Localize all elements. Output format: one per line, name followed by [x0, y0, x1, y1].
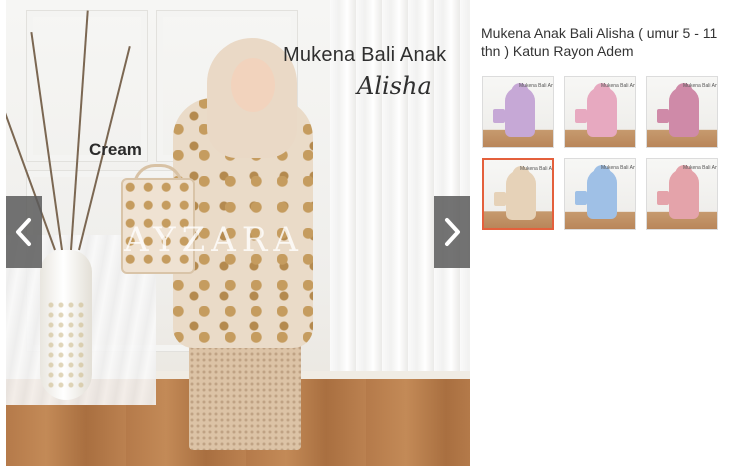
- thumbnail-label: Mukena Bali Anak: [519, 83, 554, 89]
- thumbnail-label: Mukena Bali Anak: [601, 83, 636, 89]
- thumbnail-label: Mukena Bali Anak: [601, 165, 636, 171]
- product-name: Mukena Anak Bali Alisha ( umur 5 - 11 th…: [481, 25, 718, 59]
- thumbnail-2[interactable]: Mukena Bali Anak: [564, 76, 636, 148]
- previous-image-button[interactable]: [6, 196, 42, 268]
- watermark: AYZARA: [124, 220, 304, 260]
- thumbnail-bag: [494, 192, 506, 206]
- image-title: Mukena Bali Anak: [283, 44, 447, 66]
- thumbnail-label: Mukena Bali Anak: [683, 165, 718, 171]
- chevron-right-icon: [445, 218, 460, 246]
- vase-pattern: [46, 300, 86, 390]
- thumbnail-1[interactable]: Mukena Bali Anak: [482, 76, 554, 148]
- thumbnail-4[interactable]: Mukena Bali Anak: [482, 158, 554, 230]
- thumbnail-label: Mukena Bali Anak: [683, 83, 718, 89]
- thumbnail-label: Mukena Bali Anak: [520, 166, 552, 172]
- thumbnail-3[interactable]: Mukena Bali Anak: [646, 76, 718, 148]
- image-subtitle: Alisha: [357, 72, 432, 100]
- color-label: Cream: [89, 140, 142, 159]
- thumbnail-5[interactable]: Mukena Bali Anak: [564, 158, 636, 230]
- thumbnail-bag: [657, 191, 669, 205]
- face: [231, 58, 275, 112]
- thumbnail-bag: [493, 109, 505, 123]
- main-product-image[interactable]: Mukena Bali Anak Alisha Cream AYZARA: [6, 0, 470, 466]
- thumbnail-bag: [575, 191, 587, 205]
- thumbnail-bag: [575, 109, 587, 123]
- thumbnail-6[interactable]: Mukena Bali Anak: [646, 158, 718, 230]
- next-image-button[interactable]: [434, 196, 470, 268]
- chevron-left-icon: [16, 218, 31, 246]
- thumbnail-bag: [657, 109, 669, 123]
